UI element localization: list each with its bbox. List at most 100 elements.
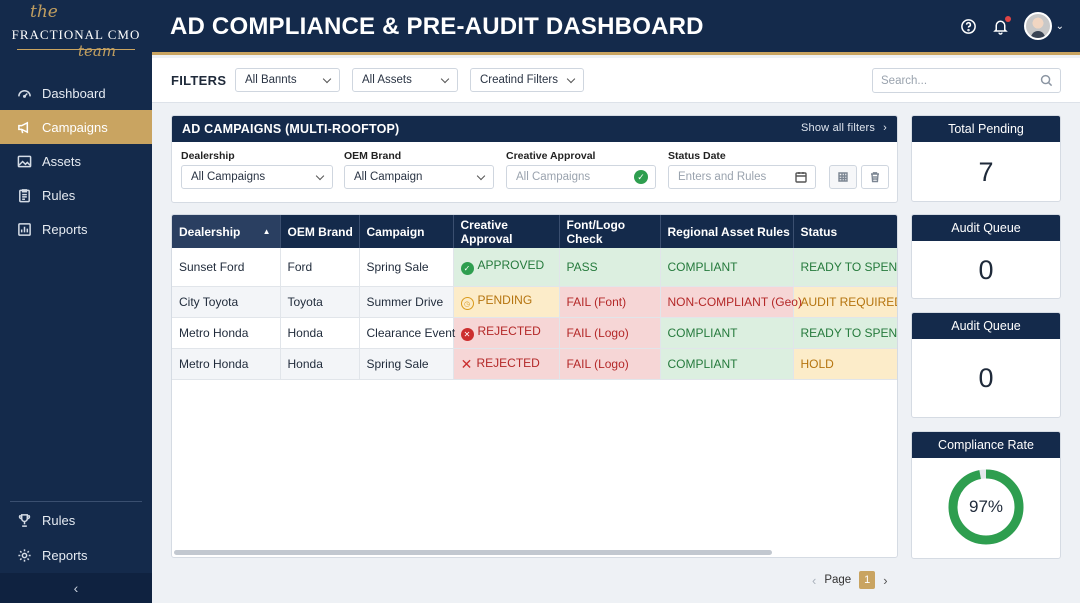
- kpi-value: 0: [978, 254, 994, 285]
- table-row[interactable]: City Toyota Toyota Summer Drive ◷ PENDING…: [172, 286, 897, 318]
- check-circle-icon: ✓: [460, 262, 474, 276]
- filter-dropdown-value: Creatind Filters: [480, 74, 558, 86]
- sidebar-item-campaigns[interactable]: Campaigns: [0, 110, 152, 144]
- sidebar-item-reports-bottom[interactable]: Reports: [0, 538, 152, 573]
- cell-status: AUDIT REQUIRED: [793, 286, 897, 318]
- kpi-value: 7: [978, 156, 994, 187]
- cell-status: HOLD: [793, 348, 897, 380]
- column-header-oem-brand[interactable]: OEM Brand: [280, 215, 360, 248]
- filter-dropdown-assets[interactable]: All Assets: [352, 68, 458, 92]
- sidebar-divider: [10, 501, 142, 502]
- cell-oem-brand: Honda: [280, 317, 360, 349]
- avatar[interactable]: [1023, 12, 1052, 40]
- gear-icon: [18, 549, 31, 562]
- dealership-value: All Campaigns: [191, 171, 266, 183]
- search-input[interactable]: [881, 74, 1031, 87]
- clock-icon: ◷: [460, 297, 474, 311]
- cell-campaign: Spring Sale: [359, 248, 454, 287]
- chevron-down-icon: [440, 74, 450, 84]
- dealership-select[interactable]: All Campaigns: [181, 165, 333, 189]
- sidebar-item-label: Reports: [42, 548, 88, 563]
- horizontal-scrollbar[interactable]: [174, 550, 772, 555]
- table-row[interactable]: Metro Honda Honda Clearance Event ✕ REJEC…: [172, 317, 897, 349]
- page-number-button[interactable]: 1: [859, 571, 876, 589]
- filter-dropdown-1[interactable]: All Baпnts: [235, 68, 340, 92]
- table-row[interactable]: Sunset Ford Ford Spring Sale ✓ APPROVED P…: [172, 248, 897, 287]
- oem-brand-value: All Campaign: [354, 171, 423, 183]
- search-box[interactable]: [872, 68, 1061, 93]
- kpi-title: Compliance Rate: [912, 432, 1060, 458]
- filter-dropdown-value: All Baпnts: [245, 74, 297, 86]
- page-title: AD COMPLIANCE & PRE-AUDIT DASHBOARD: [170, 13, 704, 40]
- chevron-right-icon: ›: [883, 122, 887, 134]
- bar-chart-icon: [18, 222, 31, 236]
- x-circle-icon: ✕: [460, 328, 474, 341]
- cell-oem-brand: Ford: [280, 248, 360, 287]
- sidebar-item-label: Campaigns: [42, 119, 108, 135]
- cell-oem-brand: Toyota: [280, 286, 360, 318]
- filters-label: FILTERS: [171, 73, 227, 88]
- logo-script-bottom: team: [78, 42, 117, 60]
- cell-font-logo-check: PASS: [559, 248, 661, 287]
- sidebar-item-rules[interactable]: Rules: [0, 178, 152, 212]
- sidebar-collapse-button[interactable]: ‹: [0, 573, 152, 603]
- creative-approval-select[interactable]: All Campaigns ✓: [506, 165, 656, 189]
- kpi-card-compliance-rate: Compliance Rate 97%: [911, 431, 1061, 559]
- brand-logo: the FRACTIONAL CMO team: [0, 0, 152, 72]
- cell-dealership: Sunset Ford: [172, 248, 281, 287]
- notifications-button[interactable]: [992, 16, 1011, 35]
- campaigns-table: Dealership ▲ OEM Brand Campaign Creative …: [172, 215, 897, 380]
- sidebar-item-dashboard[interactable]: Dashboard: [0, 76, 152, 110]
- image-icon: [17, 155, 32, 167]
- clipboard-icon: [19, 188, 30, 202]
- chevron-down-icon: [322, 74, 332, 84]
- cell-dealership: City Toyota: [172, 286, 281, 318]
- column-header-dealership[interactable]: Dealership ▲: [172, 215, 281, 248]
- cell-regional-asset-rules: COMPLIANT: [660, 317, 794, 349]
- cell-campaign: Clearance Event: [359, 317, 455, 349]
- help-button[interactable]: [960, 17, 978, 35]
- column-header-creative-approval[interactable]: Creative Approval: [453, 215, 560, 248]
- sidebar-nav: Dashboard Campaigns Assets Rules Reports: [0, 76, 152, 246]
- help-icon: [961, 18, 976, 34]
- sidebar-item-label: Rules: [42, 513, 76, 528]
- column-header-status[interactable]: Status: [793, 215, 897, 248]
- next-page-button[interactable]: ›: [883, 573, 887, 588]
- sidebar-item-reports[interactable]: Reports: [0, 212, 152, 246]
- oem-brand-label: OEM Brand: [344, 150, 402, 162]
- status-date-value: Enters and Rules: [678, 171, 767, 183]
- column-header-regional-asset-rules[interactable]: Regional Asset Rules: [660, 215, 794, 248]
- prev-page-button[interactable]: ‹: [812, 573, 816, 588]
- cell-creative-approval: ✕ REJECTED: [453, 317, 560, 349]
- delete-button[interactable]: [861, 165, 889, 189]
- sidebar-item-rules-bottom[interactable]: Rules: [0, 503, 152, 538]
- creative-approval-value: All Campaigns: [516, 171, 591, 183]
- cell-status: READY TO SPEND: [793, 248, 897, 287]
- grid-view-button[interactable]: [829, 165, 857, 189]
- oem-brand-select[interactable]: All Campaign: [344, 165, 494, 189]
- filter-dropdown-value: All Assets: [362, 74, 412, 86]
- kpi-value: 0: [978, 362, 994, 393]
- filter-dropdown-created[interactable]: Creatind Filters: [470, 68, 584, 92]
- status-date-input[interactable]: Enters and Rules: [668, 165, 816, 189]
- table-row[interactable]: Metro Honda Honda Spring Sale ✕ REJECTED …: [172, 348, 897, 380]
- chevron-down-icon[interactable]: ⌄: [1056, 21, 1064, 32]
- kpi-title: Audit Queue: [912, 313, 1060, 339]
- sidebar-item-assets[interactable]: Assets: [0, 144, 152, 178]
- header-actions: ⌄: [960, 12, 1064, 40]
- sort-ascending-icon: ▲: [262, 226, 271, 236]
- column-header-campaign[interactable]: Campaign: [359, 215, 454, 248]
- dealership-label: Dealership: [181, 150, 235, 162]
- megaphone-icon: [18, 121, 29, 133]
- dashboard-gauge-icon: [18, 89, 31, 98]
- compliance-donut: 97%: [946, 467, 1026, 547]
- search-icon: [1040, 74, 1053, 87]
- calendar-icon: [795, 172, 807, 183]
- sidebar-item-label: Assets: [42, 153, 82, 169]
- sidebar-item-label: Dashboard: [42, 85, 106, 101]
- column-header-font-logo-check[interactable]: Font/Logo Check: [559, 215, 661, 248]
- campaigns-panel-header: AD CAMPAIGNS (MULTI-ROOFTOP) Show all fi…: [172, 116, 897, 142]
- show-all-filters-link[interactable]: Show all filters ›: [801, 122, 887, 134]
- logo-name: FRACTIONAL CMO: [11, 26, 141, 42]
- column-header-label: Dealership: [179, 224, 241, 239]
